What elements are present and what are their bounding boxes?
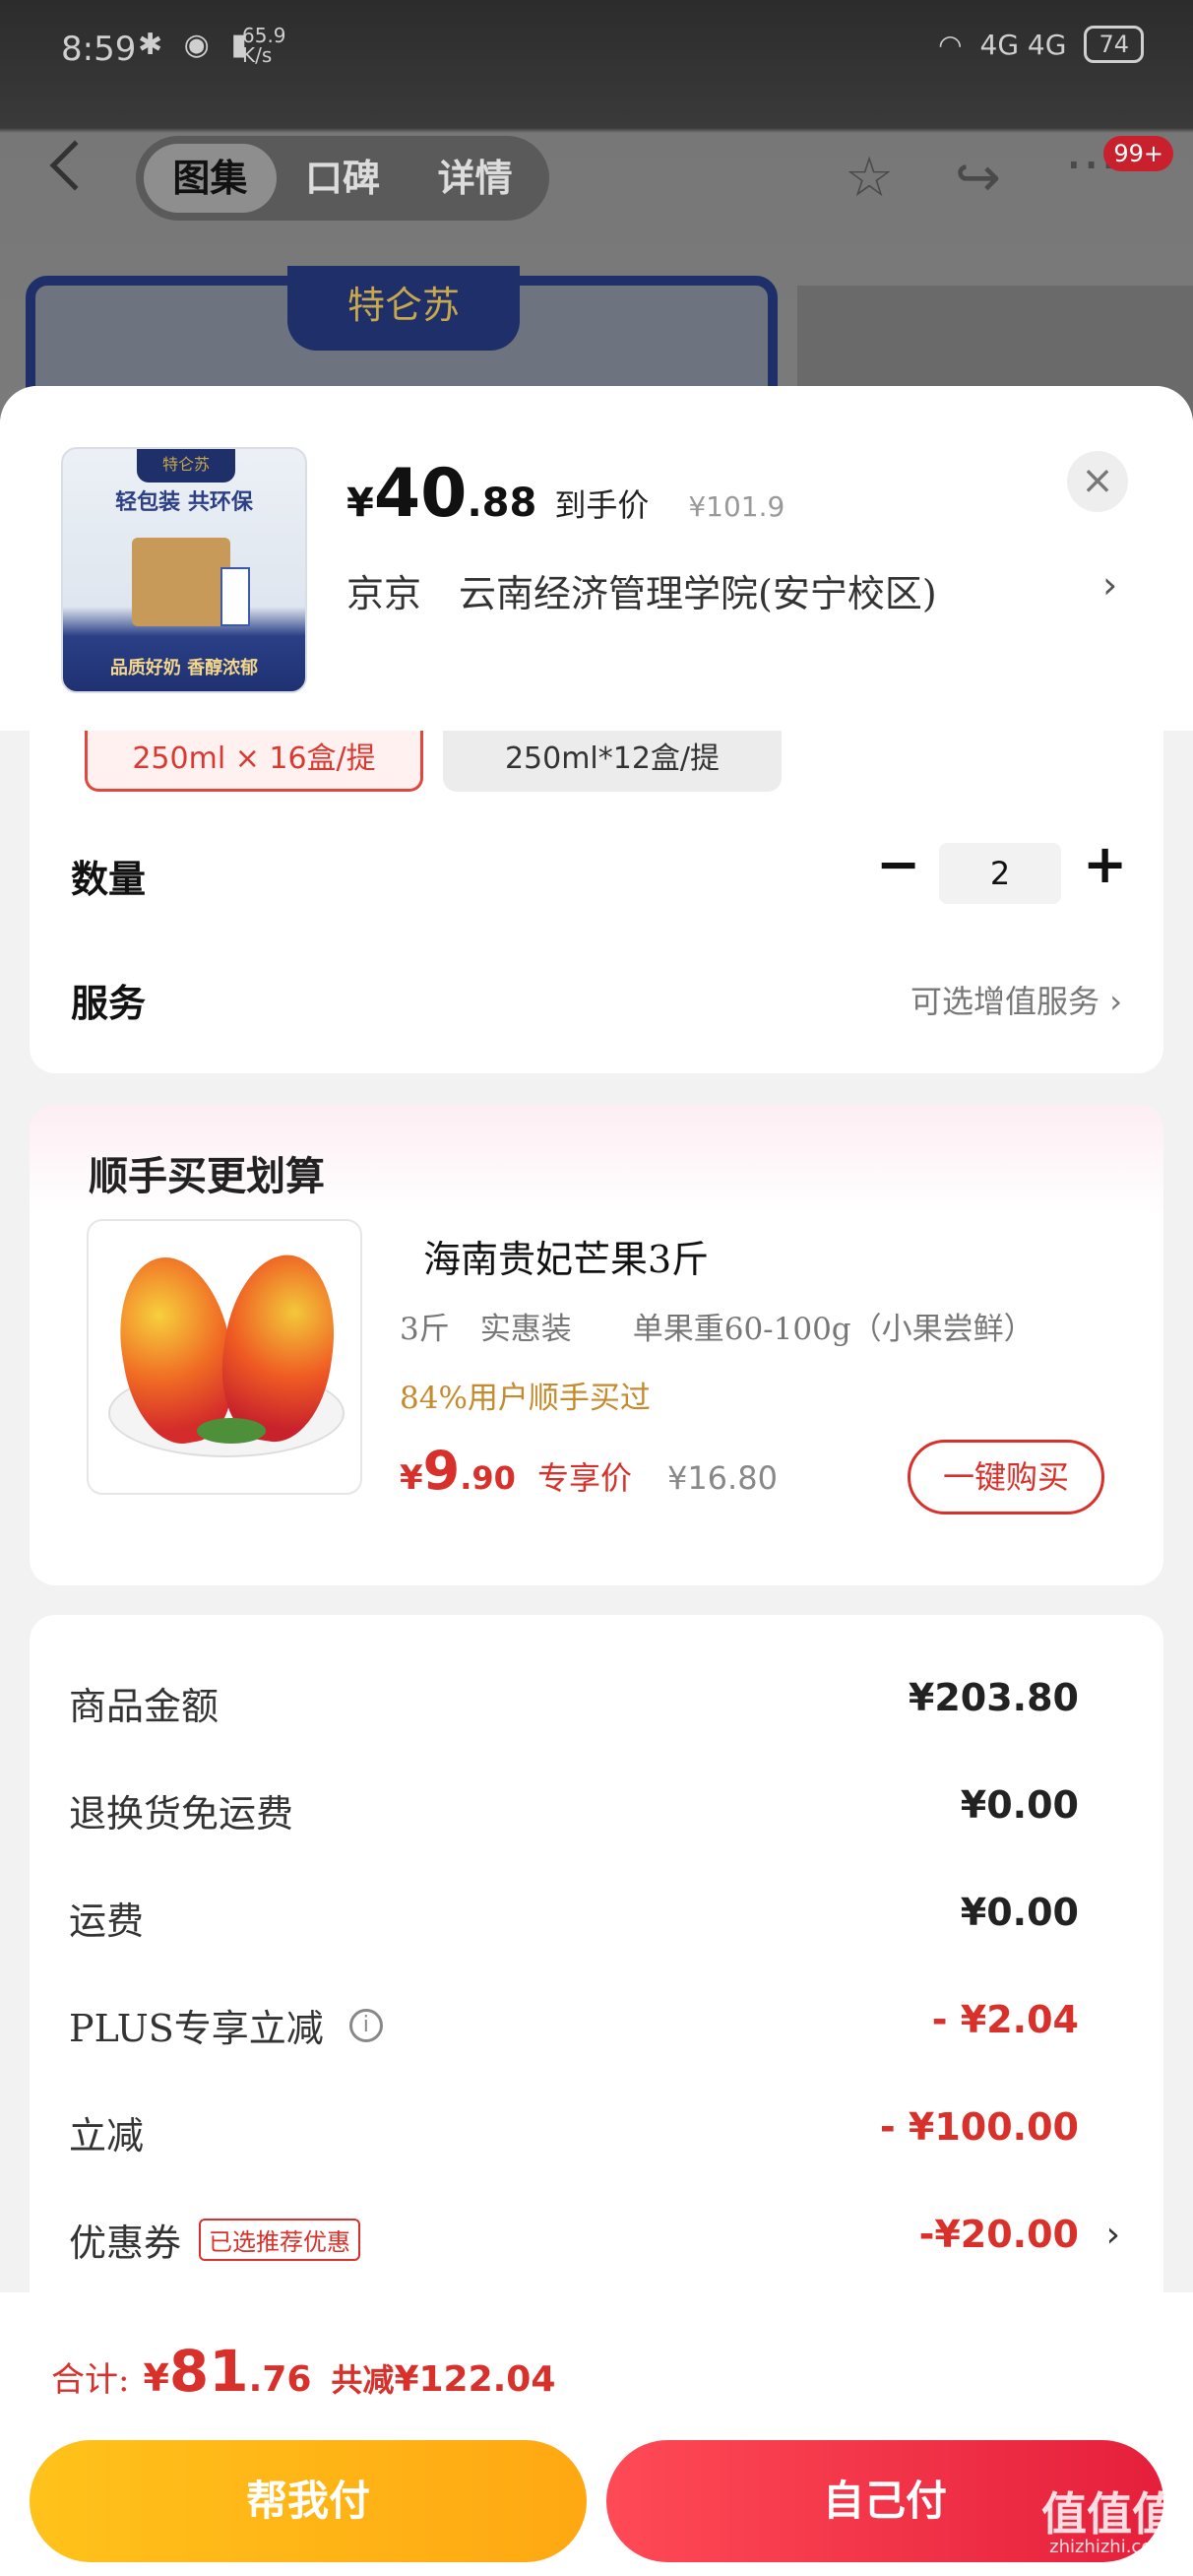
chevron-right-icon[interactable]: › bbox=[1106, 2215, 1120, 2255]
delivery-address[interactable]: 京京 云南经济管理学院(安宁校区) bbox=[346, 563, 937, 617]
product-thumbnail[interactable]: 特仑苏 轻包装 共环保 品质好奶 香醇浓郁 bbox=[61, 447, 307, 693]
net-speed-unit: K/s bbox=[242, 43, 273, 67]
milk-box-image bbox=[132, 538, 230, 626]
chevron-right-icon[interactable]: › bbox=[1102, 563, 1117, 607]
wifi-icon: ◠ bbox=[938, 28, 963, 61]
summary-value: ¥203.80 bbox=[908, 1676, 1079, 1719]
status-time: 8:59 bbox=[61, 30, 137, 69]
tab-gallery[interactable]: 图集 bbox=[144, 144, 277, 213]
thumb-logo: 特仑苏 bbox=[137, 449, 235, 483]
one-click-buy-button[interactable]: 一键购买 bbox=[908, 1440, 1104, 1514]
status-right: ◠ 4G 4G 74 bbox=[938, 26, 1144, 63]
price-row: ¥ 40 .88 到手价 ¥101.9 bbox=[346, 455, 785, 533]
mango-image[interactable] bbox=[87, 1219, 362, 1495]
total-label: 合计: bbox=[51, 2360, 130, 2400]
quantity-input[interactable]: 2 bbox=[939, 843, 1061, 904]
coupon-tag: 已选推荐优惠 bbox=[199, 2219, 361, 2261]
service-selector[interactable]: 可选增值服务 › bbox=[910, 977, 1122, 1022]
bundle-price-integer: 9 bbox=[422, 1440, 461, 1502]
thumb-slogan: 轻包装 共环保 bbox=[115, 490, 253, 515]
summary-value: - ¥100.00 bbox=[879, 2105, 1079, 2149]
summary-label: 退换货免运费 bbox=[69, 1792, 294, 1835]
total-decimal: .76 bbox=[248, 2359, 312, 2400]
banner-logo: 特仑苏 bbox=[287, 266, 520, 351]
status-notification-icons: ✱ ◉ ▮ bbox=[138, 28, 253, 62]
purchase-sheet: 特仑苏 轻包装 共环保 品质好奶 香醇浓郁 ¥ 40 .88 到手价 ¥101.… bbox=[0, 386, 1193, 2576]
summary-label: 运费 bbox=[69, 1900, 145, 1943]
price-integer: 40 bbox=[373, 455, 468, 533]
price-decimal: .88 bbox=[467, 481, 537, 526]
summary-label: 立减 bbox=[69, 2114, 145, 2157]
bundle-product-name[interactable]: 海南贵妃芒果3斤 bbox=[423, 1229, 709, 1283]
summary-value: ¥0.00 bbox=[960, 1783, 1079, 1827]
tab-details[interactable]: 详情 bbox=[408, 144, 541, 213]
price-currency: ¥ bbox=[346, 481, 374, 526]
summary-label: 优惠券 已选推荐优惠 bbox=[69, 2213, 361, 2267]
savings-label: 共减 bbox=[331, 2361, 395, 2399]
status-bar: 8:59 ✱ ◉ ▮ 65.9 K/s ◠ 4G 4G 74 bbox=[0, 0, 1193, 98]
summary-value: ¥0.00 bbox=[960, 1891, 1079, 1934]
bundle-card: 顺手买更划算 海南贵妃芒果3斤 3斤 实惠装 单果重60-100g（小果尝鲜） … bbox=[30, 1105, 1163, 1585]
bundle-social-proof: 84%用户顺手买过 bbox=[400, 1381, 651, 1416]
milk-carton-image bbox=[220, 567, 250, 626]
net-speed: 65.9 K/s bbox=[242, 26, 286, 65]
options-card: 250ml × 16盒/提 250ml*12盒/提 数量 − 2 + 服务 可选… bbox=[30, 731, 1163, 1073]
share-icon[interactable]: ↪ bbox=[955, 146, 1001, 210]
leaf-shape bbox=[197, 1418, 266, 1444]
message-badge: 99+ bbox=[1103, 136, 1173, 171]
signal-icon: 4G 4G bbox=[979, 28, 1067, 61]
bundle-price: ¥ 9 .90 专享价 ¥16.80 bbox=[400, 1440, 778, 1502]
spec-option-12[interactable]: 250ml*12盒/提 bbox=[443, 731, 782, 792]
summary-value: -¥20.00 bbox=[918, 2213, 1079, 2256]
quantity-label: 数量 bbox=[71, 858, 147, 901]
bundle-price-currency: ¥ bbox=[400, 1458, 423, 1498]
checkout-footer: 合计: ¥ 81 .76 共减 ¥122.04 帮我付 自己付 bbox=[0, 2292, 1193, 2576]
total-integer: 81 bbox=[168, 2338, 249, 2405]
price-label: 到手价 bbox=[554, 486, 650, 524]
thumb-bottom-text: 品质好奶 香醇浓郁 bbox=[109, 658, 259, 678]
total-line: 合计: ¥ 81 .76 共减 ¥122.04 bbox=[51, 2338, 555, 2405]
close-button[interactable]: × bbox=[1067, 451, 1128, 512]
bundle-original-price: ¥16.80 bbox=[666, 1459, 778, 1497]
original-price: ¥101.9 bbox=[688, 490, 785, 523]
watermark-text: 值值值 bbox=[1041, 2487, 1177, 2541]
price-summary-card: 商品金额 ¥203.80 退换货免运费 ¥0.00 运费 ¥0.00 PLUS专… bbox=[30, 1615, 1163, 2324]
bundle-title: 顺手买更划算 bbox=[89, 1154, 325, 1199]
quantity-plus-button[interactable]: + bbox=[1083, 833, 1127, 895]
service-label: 服务 bbox=[71, 982, 147, 1025]
bundle-price-decimal: .90 bbox=[460, 1459, 516, 1497]
summary-label-text: PLUS专享立减 bbox=[69, 2007, 324, 2050]
info-icon[interactable]: i bbox=[348, 2008, 383, 2042]
top-tabs: 图集 口碑 详情 bbox=[136, 136, 549, 221]
spec-option-16[interactable]: 250ml × 16盒/提 bbox=[85, 731, 423, 792]
tab-reviews[interactable]: 口碑 bbox=[277, 144, 409, 213]
sheet-header: 特仑苏 轻包装 共环保 品质好奶 香醇浓郁 ¥ 40 .88 到手价 ¥101.… bbox=[0, 386, 1193, 731]
watermark: 值值值 zhizhizhi.com bbox=[1041, 2491, 1177, 2558]
savings-value: ¥122.04 bbox=[394, 2359, 556, 2400]
summary-label: 商品金额 bbox=[69, 1685, 220, 1728]
total-currency: ¥ bbox=[143, 2356, 169, 2400]
watermark-sub: zhizhizhi.com bbox=[1049, 2537, 1169, 2557]
summary-row-plus-discount: PLUS专享立减 i - ¥2.04 bbox=[30, 1988, 1163, 2057]
ask-friend-pay-button[interactable]: 帮我付 bbox=[30, 2440, 587, 2562]
summary-value: - ¥2.04 bbox=[931, 1998, 1079, 2041]
battery-icon: 74 bbox=[1084, 26, 1144, 63]
bundle-product-spec: 3斤 实惠装 单果重60-100g（小果尝鲜） bbox=[400, 1312, 1035, 1347]
summary-label: PLUS专享立减 i bbox=[69, 1998, 383, 2052]
quantity-minus-button[interactable]: − bbox=[876, 833, 920, 895]
star-icon[interactable]: ☆ bbox=[845, 146, 894, 210]
summary-row-return-shipping: 退换货免运费 ¥0.00 bbox=[30, 1773, 1163, 1842]
summary-label-text: 优惠券 bbox=[69, 2222, 182, 2265]
summary-row-instant-discount: 立减 - ¥100.00 bbox=[30, 2095, 1163, 2164]
summary-row-coupon[interactable]: 优惠券 已选推荐优惠 -¥20.00 › bbox=[30, 2203, 1163, 2272]
summary-row-shipping: 运费 ¥0.00 bbox=[30, 1881, 1163, 1950]
summary-row-goods: 商品金额 ¥203.80 bbox=[30, 1666, 1163, 1735]
bundle-price-label: 专享价 bbox=[536, 1459, 632, 1497]
